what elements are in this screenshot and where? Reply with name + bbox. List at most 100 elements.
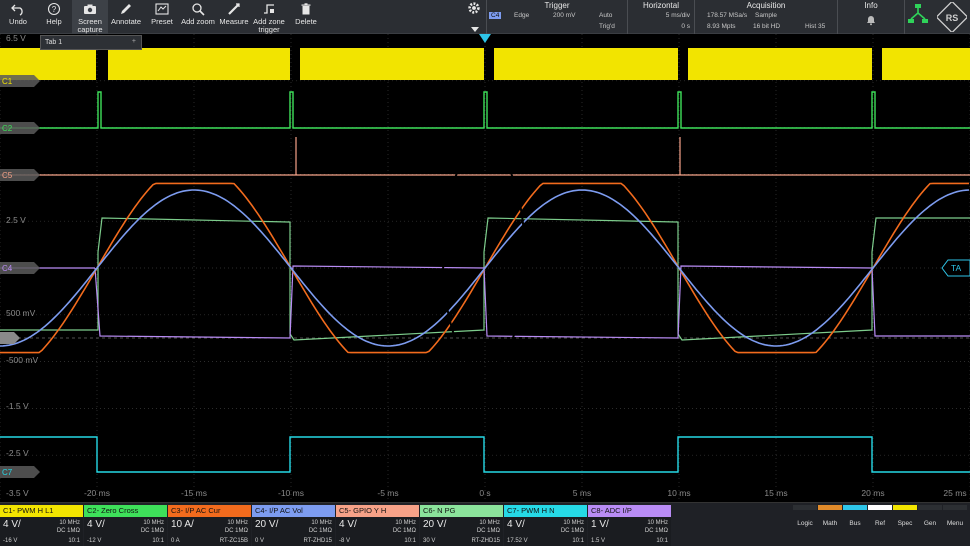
channel-label: C2- Zero Cross bbox=[84, 505, 167, 517]
channel-bw: 10 MHz bbox=[563, 520, 584, 526]
rohde-schwarz-logo: RS bbox=[935, 0, 969, 34]
channel-marker-label: C1 bbox=[2, 77, 13, 86]
delete-button[interactable]: Delete bbox=[288, 0, 324, 34]
channel-box-c6[interactable]: C6- N PG 20 V/10 MHz DC 1MΩ 30 V RT-ZHD15 bbox=[420, 505, 503, 546]
preset-button[interactable]: Preset bbox=[144, 0, 180, 34]
divider bbox=[904, 0, 905, 34]
ref-button[interactable]: Ref bbox=[868, 505, 892, 546]
ch1-pwm-block bbox=[300, 48, 484, 80]
channel-label: C4- I/P AC Vol bbox=[252, 505, 335, 517]
y-axis-label: -3.5 V bbox=[6, 488, 29, 498]
channel-bw: 10 MHz bbox=[311, 520, 332, 526]
channel-box-c3[interactable]: C3- I/P AC Cur 10 A/10 MHz DC 1MΩ 0 A RT-ZC1… bbox=[168, 505, 251, 546]
math-button[interactable]: Math bbox=[818, 505, 842, 546]
channel-box-c2[interactable]: C2- Zero Cross 4 V/10 MHz DC 1MΩ -12 V 10:1 bbox=[84, 505, 167, 546]
channel-marker-label: C2 bbox=[2, 124, 13, 133]
button-label: Math bbox=[822, 520, 838, 527]
channel-coupling: DC 1MΩ bbox=[56, 528, 80, 534]
channel-label: C6- N PG bbox=[420, 505, 503, 517]
time-axis-label: -10 ms bbox=[278, 488, 304, 498]
add-zoom-button[interactable]: Add zoom bbox=[180, 0, 216, 34]
waveform-display[interactable]: 6.5 V 2.5 V 500 mV -500 mV -1.5 V -2.5 V -3.5 … bbox=[0, 34, 970, 502]
channel-box-c5[interactable]: C5- GPIO Y H 4 V/10 MHz DC 1MΩ -8 V 10:1 bbox=[336, 505, 419, 546]
tab-1[interactable]: Tab 1 + bbox=[40, 35, 142, 50]
chevron-down-icon[interactable] bbox=[470, 21, 480, 32]
channel-scale: 4 V/ bbox=[3, 519, 21, 530]
gen-button[interactable]: Gen bbox=[918, 505, 942, 546]
measure-button[interactable]: Measure bbox=[216, 0, 252, 34]
channel-coupling: DC 1MΩ bbox=[392, 528, 416, 534]
network-icon[interactable] bbox=[907, 3, 929, 33]
channel-box-c7[interactable]: C7- PWM H N 4 V/10 MHz DC 1MΩ 17.52 V 10:1 bbox=[504, 505, 587, 546]
preset-icon bbox=[144, 0, 180, 18]
acquisition-panel[interactable]: Acquisition 178.57 MSa/s Sample 8.93 Mpt… bbox=[695, 0, 837, 34]
trash-icon bbox=[288, 0, 324, 18]
settings-gear-icon[interactable] bbox=[467, 1, 483, 17]
channel-marker-label: C4 bbox=[2, 264, 13, 273]
channel-label: C7- PWM H N bbox=[504, 505, 587, 517]
time-axis-label: 15 ms bbox=[764, 488, 787, 498]
time-axis-label: 20 ms bbox=[861, 488, 884, 498]
trigger-source-badge: C4 bbox=[489, 12, 502, 19]
channel-offset: -8 V bbox=[339, 538, 351, 544]
channel-probe: 10:1 bbox=[404, 538, 416, 544]
channel-offset: 17.52 V bbox=[507, 538, 528, 544]
channel-bw: 10 MHz bbox=[143, 520, 164, 526]
oscilloscope-app: Undo ? Help Screen capture Annotate Pres… bbox=[0, 0, 970, 546]
annotate-button[interactable]: Annotate bbox=[108, 0, 144, 34]
channel-box-c8[interactable]: C8- ADC I/P 1 V/10 MHz DC 1MΩ 1.5 V 10:1 bbox=[588, 505, 671, 546]
toolbar: Undo ? Help Screen capture Annotate Pres… bbox=[0, 0, 970, 34]
channel-scale: 20 V/ bbox=[423, 519, 447, 530]
undo-button[interactable]: Undo bbox=[0, 0, 36, 34]
waveform-canvas[interactable]: 6.5 V 2.5 V 500 mV -500 mV -1.5 V -2.5 V -3.5 … bbox=[0, 34, 970, 502]
button-color-bar bbox=[943, 505, 967, 510]
logic-button[interactable]: Logic bbox=[793, 505, 817, 546]
channel-label: C1- PWM H L1 bbox=[0, 505, 83, 517]
time-axis-label: 0 s bbox=[479, 488, 490, 498]
channel-scale: 4 V/ bbox=[87, 519, 105, 530]
button-label: Logic bbox=[797, 520, 813, 527]
zone-trigger-icon bbox=[252, 0, 286, 18]
channel-box-c1[interactable]: C1- PWM H L1 4 V/10 MHz DC 1MΩ -16 V 10:1 bbox=[0, 505, 83, 546]
time-axis-label: 10 ms bbox=[667, 488, 690, 498]
time-axis-label: -15 ms bbox=[181, 488, 207, 498]
channel-coupling: DC 1MΩ bbox=[560, 528, 584, 534]
ch1-pwm-block bbox=[688, 48, 872, 80]
channel-box-c4[interactable]: C4- I/P AC Vol 20 V/10 MHz DC 1MΩ 0 V RT-ZHD… bbox=[252, 505, 335, 546]
channel-coupling: DC 1MΩ bbox=[644, 528, 668, 534]
trigger-position-marker[interactable] bbox=[479, 34, 491, 43]
y-axis-label: -1.5 V bbox=[6, 401, 29, 411]
button-color-bar bbox=[793, 505, 817, 510]
button-color-bar bbox=[843, 505, 867, 510]
channel-bw: 10 MHz bbox=[479, 520, 500, 526]
y-axis-label: -500 mV bbox=[6, 355, 38, 365]
menu-button[interactable]: Menu bbox=[943, 505, 967, 546]
trigger-panel[interactable]: Trigger C4 Edge 200 mV Auto Trig'd bbox=[487, 0, 627, 34]
help-button[interactable]: ? Help bbox=[36, 0, 72, 34]
channel-offset: 30 V bbox=[423, 538, 436, 544]
button-label: Menu bbox=[946, 520, 964, 527]
y-axis-label: 2.5 V bbox=[6, 215, 26, 225]
info-panel[interactable]: Info bbox=[838, 0, 904, 34]
horizontal-panel[interactable]: Horizontal 5 ms/div 0 s bbox=[628, 0, 694, 34]
screen-capture-button[interactable]: Screen capture bbox=[72, 0, 108, 34]
button-label: Gen bbox=[923, 520, 937, 527]
trigger-level-label: TA bbox=[951, 263, 962, 273]
undo-icon bbox=[0, 0, 36, 18]
svg-text:?: ? bbox=[52, 5, 57, 14]
channel-scale: 4 V/ bbox=[507, 519, 525, 530]
spec-button[interactable]: Spec bbox=[893, 505, 917, 546]
add-tab-button[interactable]: + bbox=[132, 38, 136, 45]
channel-offset: 0 A bbox=[171, 538, 180, 544]
channel-label: C8- ADC I/P bbox=[588, 505, 671, 517]
add-zone-trigger-button[interactable]: Add zone trigger bbox=[252, 0, 286, 34]
time-axis-label: 25 ms bbox=[943, 488, 966, 498]
ch8-adc-trace bbox=[94, 265, 970, 339]
button-label: Ref bbox=[874, 520, 886, 527]
channel-offset: 0 V bbox=[255, 538, 265, 544]
bell-icon[interactable] bbox=[865, 14, 877, 28]
bus-button[interactable]: Bus bbox=[843, 505, 867, 546]
channel-bw: 10 MHz bbox=[59, 520, 80, 526]
button-label: Spec bbox=[897, 520, 913, 527]
channel-scale: 4 V/ bbox=[339, 519, 357, 530]
